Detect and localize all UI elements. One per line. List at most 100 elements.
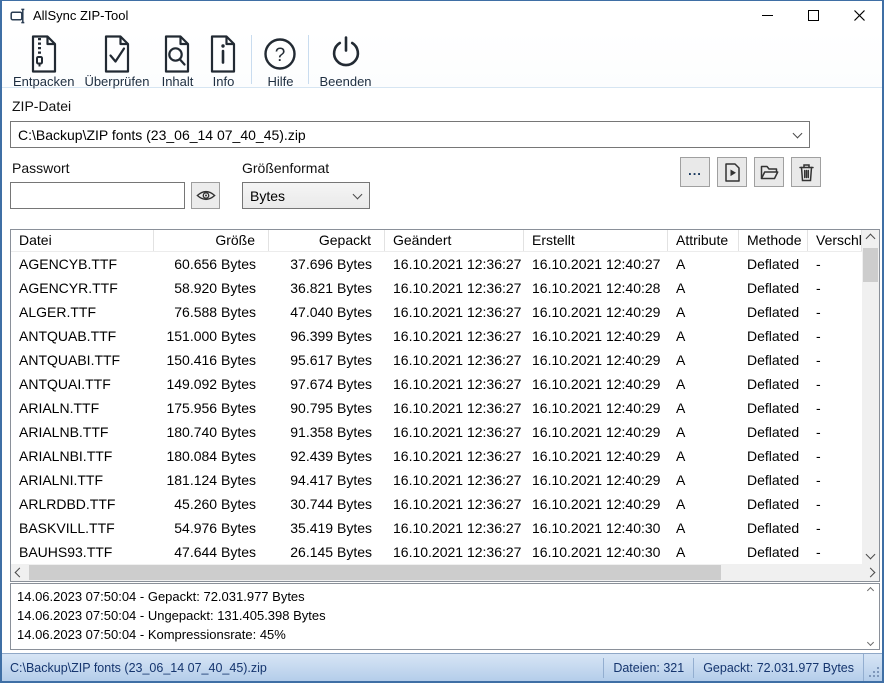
column-header-erstellt[interactable]: Erstellt: [524, 230, 668, 251]
cell-methode: Deflated: [739, 372, 808, 396]
cell-attribute: A: [668, 252, 739, 276]
scroll-up-button[interactable]: [862, 230, 879, 246]
scroll-down-button[interactable]: [862, 548, 879, 564]
table-row[interactable]: AGENCYR.TTF58.920 Bytes36.821 Bytes16.10…: [11, 276, 862, 300]
toolbar-button-inhalt[interactable]: Inhalt: [159, 34, 195, 89]
delete-button[interactable]: [791, 157, 821, 187]
toolbar-button-ueberpruefen[interactable]: Überprüfen: [84, 34, 149, 89]
cell-attribute: A: [668, 420, 739, 444]
cell-erstellt: 16.10.2021 12:40:28: [524, 276, 668, 300]
horizontal-scroll-thumb[interactable]: [29, 565, 721, 580]
cell-gepackt: 36.821 Bytes: [269, 276, 385, 300]
cell-verschluesselung: -: [808, 300, 862, 324]
cell-methode: Deflated: [739, 300, 808, 324]
cell-geaendert: 16.10.2021 12:36:27: [385, 492, 524, 516]
chevron-down-icon: [354, 194, 361, 198]
table-row[interactable]: ALGER.TTF76.588 Bytes47.040 Bytes16.10.2…: [11, 300, 862, 324]
cell-groesse: 58.920 Bytes: [154, 276, 269, 300]
zip-file-combobox[interactable]: C:\Backup\ZIP fonts (23_06_14 07_40_45).…: [10, 121, 810, 148]
size-format-value: Bytes: [250, 188, 285, 204]
toolbar-button-beenden[interactable]: Beenden: [319, 34, 371, 89]
cell-verschluesselung: -: [808, 468, 862, 492]
app-icon: [10, 8, 26, 24]
window-controls: [744, 1, 882, 30]
table-row[interactable]: ARIALNB.TTF180.740 Bytes91.358 Bytes16.1…: [11, 420, 862, 444]
column-header-groesse[interactable]: Größe: [154, 230, 269, 251]
cell-methode: Deflated: [739, 252, 808, 276]
toolbar-label-beenden: Beenden: [319, 74, 371, 89]
cell-attribute: A: [668, 276, 739, 300]
show-password-button[interactable]: [191, 182, 220, 209]
password-label: Passwort: [12, 160, 70, 176]
table-row[interactable]: ARLRDBD.TTF45.260 Bytes30.744 Bytes16.10…: [11, 492, 862, 516]
column-header-geaendert[interactable]: Geändert: [385, 230, 524, 251]
cell-datei: ANTQUABI.TTF: [11, 348, 154, 372]
cell-erstellt: 16.10.2021 12:40:29: [524, 372, 668, 396]
minimize-button[interactable]: [744, 1, 790, 30]
browse-button[interactable]: ...: [680, 157, 710, 187]
cell-gepackt: 92.439 Bytes: [269, 444, 385, 468]
table-row[interactable]: BASKVILL.TTF54.976 Bytes35.419 Bytes16.1…: [11, 516, 862, 540]
cell-geaendert: 16.10.2021 12:36:27: [385, 420, 524, 444]
cell-erstellt: 16.10.2021 12:40:30: [524, 516, 668, 540]
toolbar-label-inhalt: Inhalt: [162, 74, 194, 89]
cell-erstellt: 16.10.2021 12:40:30: [524, 540, 668, 564]
cell-geaendert: 16.10.2021 12:36:27: [385, 348, 524, 372]
cell-datei: ARLRDBD.TTF: [11, 492, 154, 516]
ellipsis-icon: ...: [688, 163, 702, 178]
close-button[interactable]: [836, 1, 882, 30]
log-scrollbar[interactable]: [864, 586, 877, 647]
status-packed-size: Gepackt: 72.031.977 Bytes: [693, 658, 863, 678]
toolbar-separator: [308, 35, 309, 84]
vertical-scroll-thumb[interactable]: [863, 248, 878, 282]
table-row[interactable]: ARIALNBI.TTF180.084 Bytes92.439 Bytes16.…: [11, 444, 862, 468]
table-row[interactable]: AGENCYB.TTF60.656 Bytes37.696 Bytes16.10…: [11, 252, 862, 276]
toolbar-button-entpacken[interactable]: Entpacken: [13, 34, 74, 89]
toolbar-button-hilfe[interactable]: ? Hilfe: [262, 34, 298, 89]
scroll-right-button[interactable]: [862, 564, 879, 581]
cell-groesse: 76.588 Bytes: [154, 300, 269, 324]
column-header-attribute[interactable]: Attribute: [668, 230, 739, 251]
file-run-icon: [724, 163, 741, 182]
chevron-down-icon[interactable]: [794, 133, 801, 137]
question-circle-icon: ?: [262, 34, 298, 74]
password-input[interactable]: [10, 182, 185, 209]
cell-verschluesselung: -: [808, 252, 862, 276]
chevron-down-icon: [866, 550, 876, 560]
cell-verschluesselung: -: [808, 324, 862, 348]
cell-attribute: A: [668, 492, 739, 516]
resize-grip[interactable]: [863, 654, 882, 681]
toolbar-label-info: Info: [213, 74, 235, 89]
maximize-icon: [808, 10, 819, 21]
toolbar-label-hilfe: Hilfe: [267, 74, 293, 89]
column-header-gepackt[interactable]: Gepackt: [269, 230, 385, 251]
table-body: AGENCYB.TTF60.656 Bytes37.696 Bytes16.10…: [11, 252, 862, 564]
cell-methode: Deflated: [739, 348, 808, 372]
vertical-scrollbar[interactable]: [862, 230, 879, 564]
open-folder-button[interactable]: [754, 157, 784, 187]
toolbar-button-info[interactable]: Info: [205, 34, 241, 89]
cell-attribute: A: [668, 444, 739, 468]
table-row[interactable]: ARIALNI.TTF181.124 Bytes94.417 Bytes16.1…: [11, 468, 862, 492]
cell-methode: Deflated: [739, 468, 808, 492]
table-row[interactable]: ANTQUAB.TTF151.000 Bytes96.399 Bytes16.1…: [11, 324, 862, 348]
table-row[interactable]: ANTQUAI.TTF149.092 Bytes97.674 Bytes16.1…: [11, 372, 862, 396]
open-file-button[interactable]: [717, 157, 747, 187]
table-row[interactable]: ANTQUABI.TTF150.416 Bytes95.617 Bytes16.…: [11, 348, 862, 372]
scroll-left-button[interactable]: [11, 564, 28, 581]
column-header-verschluesselung[interactable]: Verschlü: [808, 230, 862, 251]
size-format-select[interactable]: Bytes: [242, 182, 370, 209]
table-row[interactable]: BAUHS93.TTF47.644 Bytes26.145 Bytes16.10…: [11, 540, 862, 564]
column-header-datei[interactable]: Datei: [11, 230, 154, 251]
horizontal-scrollbar[interactable]: [11, 564, 879, 581]
maximize-button[interactable]: [790, 1, 836, 30]
table-row[interactable]: ARIALN.TTF175.956 Bytes90.795 Bytes16.10…: [11, 396, 862, 420]
cell-verschluesselung: -: [808, 516, 862, 540]
trash-icon: [798, 163, 815, 182]
cell-attribute: A: [668, 540, 739, 564]
cell-geaendert: 16.10.2021 12:36:27: [385, 396, 524, 420]
status-files-count: Dateien: 321: [603, 658, 693, 678]
cell-groesse: 60.656 Bytes: [154, 252, 269, 276]
close-icon: [854, 10, 865, 21]
column-header-methode[interactable]: Methode: [739, 230, 808, 251]
